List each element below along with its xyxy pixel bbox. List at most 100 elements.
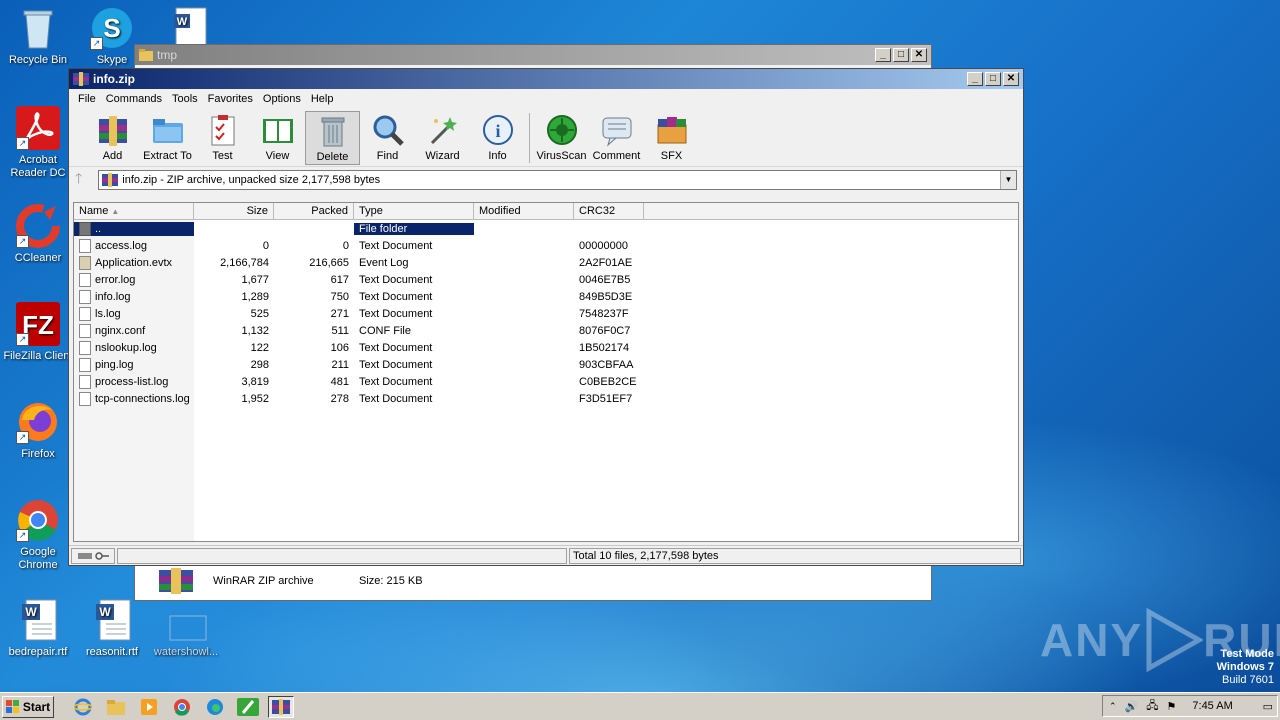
cell-packed: 216,665 [309, 256, 349, 269]
file-list[interactable]: Name ▲ Size Packed Type Modified CRC32 .… [73, 202, 1019, 542]
desktop-icon-chrome[interactable]: ↗ Google Chrome [0, 498, 76, 572]
test-mode-label: Test Mode [1220, 648, 1274, 660]
address-text: info.zip - ZIP archive, unpacked size 2,… [122, 174, 381, 186]
close-button[interactable]: ✕ [1003, 72, 1019, 86]
taskbar-edge[interactable] [202, 696, 228, 718]
cell-type: Text Document [359, 290, 433, 303]
tmp-titlebar[interactable]: tmp _ □ ✕ [135, 45, 931, 65]
column-header-crc32[interactable]: CRC32 [574, 203, 644, 219]
build-label: Build 7601 [1222, 674, 1274, 686]
parent-folder-row[interactable]: .. File folder [74, 220, 1018, 237]
column-header-packed[interactable]: Packed [274, 203, 354, 219]
virusscan-button[interactable]: VirusScan [534, 111, 589, 165]
menu-favorites[interactable]: Favorites [203, 93, 258, 105]
desktop-icon-filezilla[interactable]: FZ ↗ FileZilla Client [0, 302, 76, 363]
magnifier-icon [371, 113, 405, 147]
address-combo[interactable]: info.zip - ZIP archive, unpacked size 2,… [98, 170, 1017, 190]
table-row[interactable]: ping.log 298 211 Text Document 903CBFAA [74, 356, 1018, 373]
desktop-icon-label: CCleaner [14, 252, 62, 264]
view-button[interactable]: View [250, 111, 305, 165]
cell-size: 122 [250, 341, 269, 354]
taskbar-media-player[interactable] [136, 696, 162, 718]
comment-label: Comment [592, 150, 641, 162]
maximize-button[interactable]: □ [985, 72, 1001, 86]
menu-file[interactable]: File [73, 93, 101, 105]
desktop-icon-ccleaner[interactable]: ↗ CCleaner [0, 204, 76, 265]
menu-options[interactable]: Options [258, 93, 306, 105]
cell-name: error.log [74, 272, 194, 287]
desktop-icon-reasonit[interactable]: W reasonit.rtf [74, 598, 150, 659]
desktop-icon-bedrepair[interactable]: W bedrepair.rtf [0, 598, 76, 659]
comment-button[interactable]: Comment [589, 111, 644, 165]
table-row[interactable]: process-list.log 3,819 481 Text Document C0B… [74, 373, 1018, 390]
tray-expand-icon[interactable]: ⌃ [1109, 701, 1117, 712]
menu-commands[interactable]: Commands [101, 93, 167, 105]
status-bar: Total 10 files, 2,177,598 bytes [69, 545, 1023, 565]
taskbar-ie[interactable] [70, 696, 96, 718]
shortcut-arrow-icon: ↗ [90, 37, 103, 50]
menu-help[interactable]: Help [306, 93, 339, 105]
svg-text:W: W [25, 605, 37, 619]
table-row[interactable]: ls.log 525 271 Text Document 7548237F [74, 305, 1018, 322]
test-button[interactable]: Test [195, 111, 250, 165]
winrar-window[interactable]: info.zip _ □ ✕ File Commands Tools Favor… [68, 68, 1024, 566]
test-clipboard-icon [206, 113, 240, 147]
taskbar-chrome[interactable] [169, 696, 195, 718]
minimize-button[interactable]: _ [875, 48, 891, 62]
cell-crc32: 00000000 [579, 239, 628, 252]
start-button[interactable]: Start [2, 695, 54, 718]
column-header-size[interactable]: Size [194, 203, 274, 219]
wizard-button[interactable]: Wizard [415, 111, 470, 165]
table-row[interactable]: error.log 1,677 617 Text Document 0046E7B5 [74, 271, 1018, 288]
table-row[interactable]: nslookup.log 122 106 Text Document 1B502174 [74, 339, 1018, 356]
show-desktop-icon[interactable]: ▭ [1263, 700, 1273, 713]
desktop-icon-acrobat[interactable]: ↗ Acrobat Reader DC [0, 106, 76, 180]
file-rows: .. File folder access.log 0 0 Text Document 00… [74, 220, 1018, 407]
find-button[interactable]: Find [360, 111, 415, 165]
action-center-flag-icon[interactable]: ⚑ [1167, 700, 1177, 713]
cell-type: Text Document [359, 341, 433, 354]
clock[interactable]: 7:45 AM [1192, 700, 1232, 712]
table-row[interactable]: tcp-connections.log 1,952 278 Text Document… [74, 390, 1018, 407]
volume-icon[interactable]: 🔊 [1125, 700, 1139, 713]
extract-to-button[interactable]: Extract To [140, 111, 195, 165]
cell-packed: 211 [331, 358, 349, 371]
table-row[interactable]: info.log 1,289 750 Text Document 849B5D3E [74, 288, 1018, 305]
taskbar-winrar[interactable] [268, 695, 294, 718]
maximize-button[interactable]: □ [893, 48, 909, 62]
table-row[interactable]: Application.evtx 2,166,784 216,665 Event Lo… [74, 254, 1018, 271]
shortcut-arrow-icon: ↗ [16, 333, 29, 346]
filezilla-icon: FZ ↗ [16, 302, 60, 346]
cell-name: info.log [74, 289, 194, 304]
cell-name: tcp-connections.log [74, 391, 194, 406]
network-icon[interactable]: 🖧 [1146, 697, 1158, 716]
sfx-button[interactable]: SFX [644, 111, 699, 165]
desktop-icon-watershowl[interactable]: watershowl... [148, 598, 224, 659]
cell-type: File folder [354, 222, 474, 235]
address-dropdown-arrow-icon[interactable]: ▼ [1000, 171, 1016, 189]
desktop-icon-recycle-bin[interactable]: Recycle Bin [0, 6, 76, 67]
tmp-window-title: tmp [157, 48, 178, 62]
winrar-titlebar[interactable]: info.zip _ □ ✕ [69, 69, 1023, 89]
column-header-type[interactable]: Type [354, 203, 474, 219]
menu-tools[interactable]: Tools [167, 93, 203, 105]
media-player-icon [141, 698, 157, 715]
add-button[interactable]: Add [85, 111, 140, 165]
desktop-icon-firefox[interactable]: ↗ Firefox [0, 400, 76, 461]
desktop-icon-label: Firefox [21, 448, 55, 460]
cell-size: 1,677 [241, 273, 269, 286]
table-row[interactable]: nginx.conf 1,132 511 CONF File 8076F0C7 [74, 322, 1018, 339]
close-button[interactable]: ✕ [911, 48, 927, 62]
internet-explorer-icon [74, 698, 92, 715]
up-arrow-icon[interactable]: 🡑 [75, 168, 82, 192]
cell-name: access.log [74, 238, 194, 253]
info-button[interactable]: i Info [470, 111, 525, 165]
column-header-modified[interactable]: Modified [474, 203, 574, 219]
column-header-name[interactable]: Name ▲ [74, 203, 194, 219]
table-row[interactable]: access.log 0 0 Text Document 00000000 [74, 237, 1018, 254]
cell-crc32: 903CBFAA [579, 358, 634, 371]
taskbar-app-green[interactable] [235, 696, 261, 718]
delete-button[interactable]: Delete [305, 111, 360, 165]
taskbar-explorer[interactable] [103, 696, 129, 718]
minimize-button[interactable]: _ [967, 72, 983, 86]
